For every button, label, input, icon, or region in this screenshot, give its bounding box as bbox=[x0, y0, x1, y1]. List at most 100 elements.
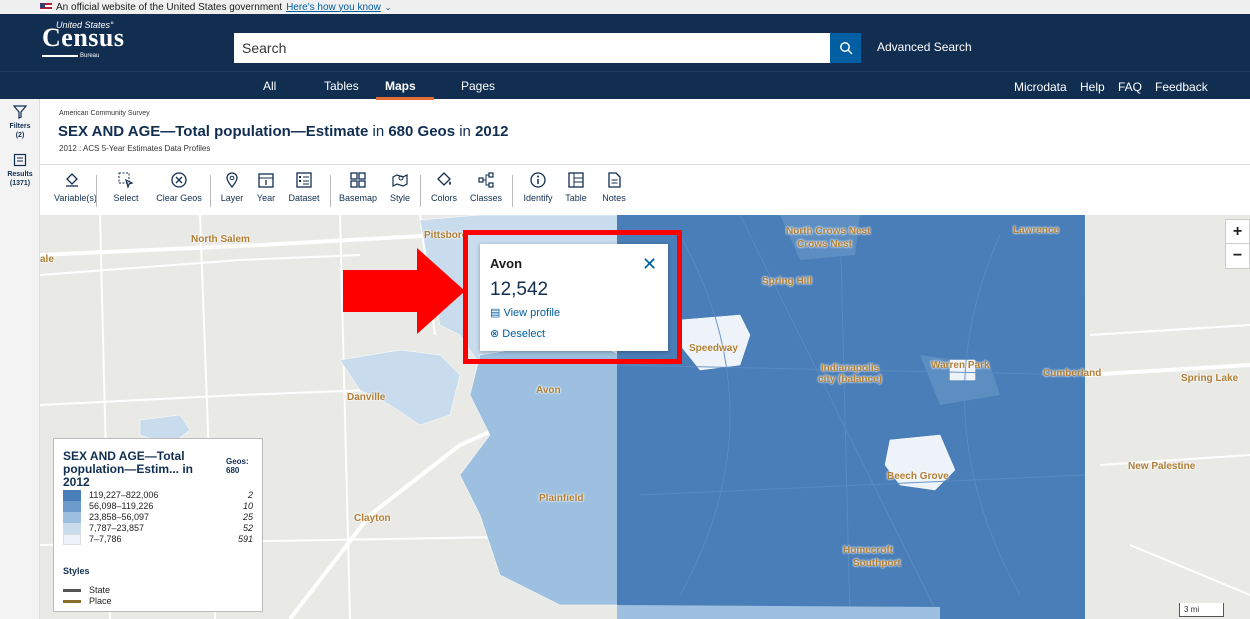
tab-maps[interactable]: Maps bbox=[385, 79, 416, 93]
search-input[interactable]: Search bbox=[234, 33, 830, 63]
select-icon bbox=[118, 172, 134, 190]
style-map-icon bbox=[392, 174, 408, 187]
page-title: SEX AND AGE—Total population—Estimate in… bbox=[58, 123, 509, 140]
notes-button[interactable]: Notes bbox=[600, 171, 628, 203]
map-label-pittsboro: Pittsboro bbox=[424, 230, 468, 241]
close-icon[interactable]: ✕ bbox=[642, 254, 657, 275]
identify-button[interactable]: Identify bbox=[520, 171, 556, 203]
map-label-indianapolis: Indianapolis city (balance) bbox=[818, 363, 882, 385]
map-label-crows-nest: Crows Nest bbox=[797, 239, 853, 250]
map-label-homecroft: Homecroft bbox=[843, 545, 894, 556]
table-icon bbox=[568, 172, 584, 188]
filters-button[interactable]: Filters (2) bbox=[0, 105, 40, 140]
filters-count: (2) bbox=[15, 132, 25, 139]
map-label-clayton: Clayton bbox=[354, 513, 391, 524]
main-nav: All Tables Maps Pages Microdata Help FAQ… bbox=[0, 71, 1250, 100]
deselect-circle-icon: ⊗ bbox=[490, 328, 503, 340]
deselect-link[interactable]: ⊗ Deselect bbox=[490, 327, 545, 340]
gov-banner-text: An official website of the United States… bbox=[56, 1, 283, 13]
paint-bucket-icon bbox=[437, 172, 451, 186]
site-header: United States° Census Bureau Search Adva… bbox=[0, 14, 1250, 71]
map-label-plainfield: Plainfield bbox=[539, 493, 584, 504]
map-pin-icon bbox=[226, 172, 238, 189]
dataset-button[interactable]: Dataset bbox=[286, 171, 322, 203]
clear-geos-button[interactable]: Clear Geos bbox=[153, 171, 205, 203]
profile-table-icon: ▤ bbox=[490, 307, 504, 319]
zoom-controls: + − bbox=[1225, 219, 1250, 269]
calendar-icon bbox=[258, 173, 274, 188]
results-count: (1371) bbox=[9, 180, 31, 187]
title-area: American Community Survey SEX AND AGE—To… bbox=[48, 99, 1248, 163]
feature-popup: Avon ✕ 12,542 ▤ View profile ⊗ Deselect bbox=[480, 244, 668, 351]
select-button[interactable]: Select bbox=[112, 171, 140, 203]
variables-icon bbox=[66, 173, 78, 187]
filter-icon bbox=[12, 105, 28, 119]
results-button[interactable]: Results (1371) bbox=[0, 153, 40, 188]
map-label-cumberland: Cumberland bbox=[1043, 368, 1102, 379]
basemap-grid-icon bbox=[350, 172, 366, 188]
legend-class-row: 56,098–119,226 10 bbox=[63, 501, 258, 512]
map-label-lawrence: Lawrence bbox=[1013, 225, 1060, 236]
tab-tables[interactable]: Tables bbox=[324, 79, 359, 93]
basemap-button[interactable]: Basemap bbox=[338, 171, 378, 203]
zoom-in-button[interactable]: + bbox=[1226, 220, 1249, 244]
view-profile-link[interactable]: ▤ View profile bbox=[490, 306, 560, 319]
legend-styles-heading: Styles bbox=[63, 566, 90, 576]
variables-button[interactable]: Variable(s) bbox=[54, 171, 97, 203]
legend-geos: Geos: 680 bbox=[226, 457, 249, 475]
map-label-spring-lake: Spring Lake bbox=[1181, 373, 1239, 384]
dataset-list-icon bbox=[296, 172, 312, 188]
nav-feedback[interactable]: Feedback bbox=[1155, 80, 1208, 94]
map-label-avon: Avon bbox=[536, 385, 561, 396]
nav-microdata[interactable]: Microdata bbox=[1014, 80, 1067, 94]
map-label-danville: Danville bbox=[347, 392, 386, 403]
info-icon bbox=[530, 172, 546, 188]
advanced-search-link[interactable]: Advanced Search bbox=[877, 40, 972, 54]
popup-geo-name: Avon bbox=[490, 256, 523, 271]
logo-main-text: Census bbox=[42, 23, 125, 52]
map-label-north-salem: North Salem bbox=[191, 234, 250, 245]
map-label-warren-park: Warren Park bbox=[931, 360, 990, 371]
logo-bottom-text: Bureau bbox=[80, 53, 100, 59]
map-label-speedway: Speedway bbox=[689, 343, 738, 354]
results-icon bbox=[13, 153, 27, 167]
nav-help[interactable]: Help bbox=[1080, 80, 1105, 94]
legend-class-row: 7–7,786 591 bbox=[63, 534, 258, 545]
results-label: Results bbox=[7, 171, 33, 178]
filters-label: Filters bbox=[9, 123, 31, 130]
map-label-north-crows-nest: North Crows Nest bbox=[786, 226, 871, 237]
year-button[interactable]: Year bbox=[254, 171, 278, 203]
left-sidebar: Filters (2) Results (1371) bbox=[0, 99, 40, 619]
table-button[interactable]: Table bbox=[564, 171, 588, 203]
colors-button[interactable]: Colors bbox=[428, 171, 460, 203]
heres-how-you-know-link[interactable]: Here's how you know bbox=[286, 2, 381, 13]
clear-circle-icon bbox=[171, 172, 187, 188]
legend-class-row: 7,787–23,857 52 bbox=[63, 523, 258, 534]
map-toolbar: Variable(s) Select Clear Geos Layer Year… bbox=[40, 165, 1250, 215]
legend-class-row: 23,858–56,097 25 bbox=[63, 512, 258, 523]
map-label-beech-grove: Beech Grove bbox=[887, 471, 949, 482]
notes-document-icon bbox=[608, 172, 621, 188]
layer-button[interactable]: Layer bbox=[218, 171, 246, 203]
gov-banner: An official website of the United States… bbox=[0, 0, 1250, 14]
survey-name: American Community Survey bbox=[59, 110, 150, 117]
classes-button[interactable]: Classes bbox=[468, 171, 504, 203]
search-button[interactable] bbox=[830, 33, 861, 63]
legend-class-row: 119,227–822,006 2 bbox=[63, 490, 258, 501]
us-flag-icon bbox=[40, 3, 52, 11]
classes-tree-icon bbox=[478, 172, 494, 188]
legend-style-state: State bbox=[63, 585, 110, 595]
page-subtitle: 2012 : ACS 5-Year Estimates Data Profile… bbox=[59, 144, 211, 153]
tab-all[interactable]: All bbox=[263, 79, 276, 93]
zoom-out-button[interactable]: − bbox=[1226, 244, 1249, 268]
map-label-new-palestine: New Palestine bbox=[1128, 461, 1196, 472]
chevron-down-icon[interactable]: ⌄ bbox=[385, 3, 392, 12]
popup-value: 12,542 bbox=[490, 279, 549, 300]
map-label-southport: Southport bbox=[853, 558, 901, 569]
red-arrow-annotation bbox=[343, 248, 465, 334]
style-button[interactable]: Style bbox=[387, 171, 413, 203]
tab-pages[interactable]: Pages bbox=[461, 79, 495, 93]
nav-faq[interactable]: FAQ bbox=[1118, 80, 1142, 94]
legend-title: SEX AND AGE—Total population—Estim... in… bbox=[63, 449, 193, 489]
map-label-spring-hill: Spring Hill bbox=[762, 276, 812, 287]
